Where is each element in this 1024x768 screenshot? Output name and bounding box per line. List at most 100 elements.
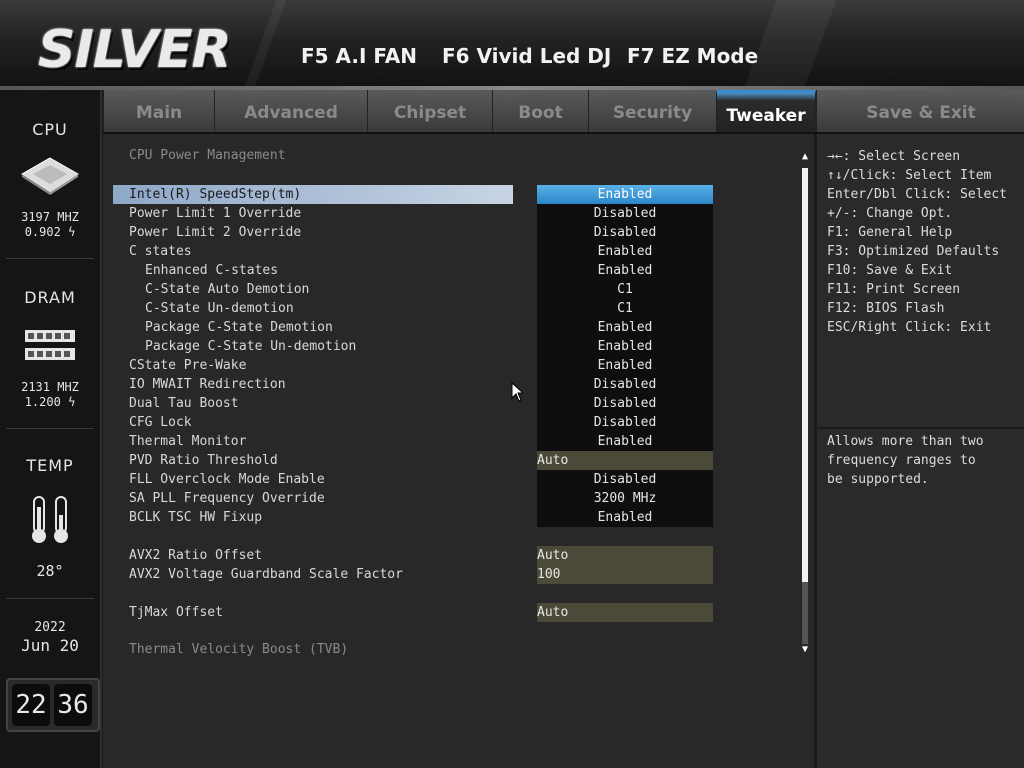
- cpu-title: CPU: [32, 120, 68, 139]
- setting-row[interactable]: PVD Ratio Threshold Auto: [113, 451, 713, 470]
- tab-security[interactable]: Security: [588, 90, 717, 132]
- setting-row[interactable]: BCLK TSC HW Fixup Enabled: [113, 508, 713, 527]
- setting-value[interactable]: Enabled: [537, 261, 713, 280]
- setting-row[interactable]: Package C-State Demotion Enabled: [113, 318, 713, 337]
- temp-title: TEMP: [26, 456, 74, 475]
- tab-chipset[interactable]: Chipset: [367, 90, 493, 132]
- setting-value[interactable]: Enabled: [537, 185, 713, 204]
- setting-value[interactable]: 3200 MHz: [537, 489, 713, 508]
- help-key-line: Enter/Dbl Click: Select: [827, 187, 1008, 202]
- setting-label: AVX2 Voltage Guardband Scale Factor: [129, 567, 403, 582]
- dram-title: DRAM: [24, 288, 76, 307]
- cpu-frequency: 3197 MHZ: [21, 210, 79, 224]
- dram-module-icon: [25, 330, 75, 360]
- tab-main[interactable]: Main: [103, 90, 215, 132]
- setting-value[interactable]: Disabled: [537, 375, 713, 394]
- setting-input[interactable]: Auto: [537, 546, 713, 565]
- clock-minute: 36: [54, 684, 92, 726]
- ez-mode-hotkey[interactable]: F7 EZ Mode: [627, 44, 758, 68]
- clock-hour: 22: [12, 684, 50, 726]
- setting-row[interactable]: Thermal Monitor Enabled: [113, 432, 713, 451]
- setting-value[interactable]: Enabled: [537, 508, 713, 527]
- tab-tweaker[interactable]: Tweaker: [716, 90, 816, 132]
- help-panel: →←: Select Screen ↑↓/Click: Select Item …: [815, 134, 1024, 768]
- help-key-line: ↑↓/Click: Select Item: [827, 168, 992, 183]
- setting-value[interactable]: C1: [537, 299, 713, 318]
- cpu-voltage: 0.902 ϟ: [24, 225, 76, 239]
- setting-row[interactable]: Package C-State Un-demotion Enabled: [113, 337, 713, 356]
- ai-fan-hotkey[interactable]: F5 A.I FAN: [301, 44, 417, 68]
- scrollbar[interactable]: ▲ ▼: [800, 152, 810, 655]
- setting-row[interactable]: Enhanced C-states Enabled: [113, 261, 713, 280]
- setting-label: Intel(R) SpeedStep(tm): [129, 187, 302, 202]
- setting-input[interactable]: Auto: [537, 603, 713, 622]
- scrollbar-track[interactable]: [802, 168, 808, 644]
- clock: 22 36: [6, 678, 100, 732]
- divider: [6, 598, 94, 599]
- cpu-temperature: 28°: [36, 562, 64, 580]
- setting-row[interactable]: Intel(R) SpeedStep(tm) Enabled: [113, 185, 713, 204]
- setting-input[interactable]: Auto: [537, 451, 713, 470]
- setting-row[interactable]: AVX2 Voltage Guardband Scale Factor 100: [113, 565, 713, 584]
- setting-row[interactable]: CFG Lock Disabled: [113, 413, 713, 432]
- vivid-led-dj-hotkey[interactable]: F6 Vivid Led DJ: [442, 44, 611, 68]
- help-key-line: F12: BIOS Flash: [827, 301, 945, 316]
- setting-row[interactable]: Power Limit 1 Override Disabled: [113, 204, 713, 223]
- setting-label: C states: [129, 244, 192, 259]
- top-header: SILVER F5 A.I FAN F6 Vivid Led DJ F7 EZ …: [0, 0, 1024, 90]
- brand-logo: SILVER: [38, 20, 232, 80]
- setting-label: Package C-State Demotion: [145, 320, 333, 335]
- scroll-up-icon[interactable]: ▲: [800, 152, 810, 162]
- setting-input[interactable]: 100: [537, 565, 713, 584]
- tab-save-exit[interactable]: Save & Exit: [816, 90, 1024, 132]
- thermometer-icon: [32, 496, 68, 543]
- setting-row[interactable]: FLL Overclock Mode Enable Disabled: [113, 470, 713, 489]
- setting-label: TjMax Offset: [129, 605, 223, 620]
- setting-row[interactable]: CState Pre-Wake Enabled: [113, 356, 713, 375]
- setting-row[interactable]: Dual Tau Boost Disabled: [113, 394, 713, 413]
- settings-panel: CPU Power Management Intel(R) SpeedStep(…: [103, 134, 814, 768]
- tab-advanced[interactable]: Advanced: [214, 90, 368, 132]
- help-key-line: F3: Optimized Defaults: [827, 244, 1000, 259]
- setting-row[interactable]: AVX2 Ratio Offset Auto: [113, 546, 713, 565]
- setting-value[interactable]: Enabled: [537, 432, 713, 451]
- setting-value[interactable]: Disabled: [537, 394, 713, 413]
- tab-boot[interactable]: Boot: [492, 90, 589, 132]
- setting-value[interactable]: Enabled: [537, 242, 713, 261]
- setting-value[interactable]: Disabled: [537, 413, 713, 432]
- scrollbar-thumb[interactable]: [802, 168, 808, 582]
- setting-value[interactable]: Disabled: [537, 204, 713, 223]
- setting-row[interactable]: C-State Un-demotion C1: [113, 299, 713, 318]
- setting-row[interactable]: Power Limit 2 Override Disabled: [113, 223, 713, 242]
- help-description-line: frequency ranges to: [827, 453, 976, 468]
- scroll-down-icon[interactable]: ▼: [800, 645, 810, 655]
- setting-row[interactable]: IO MWAIT Redirection Disabled: [113, 375, 713, 394]
- setting-value[interactable]: Enabled: [537, 337, 713, 356]
- cpu-chip-icon: [21, 157, 79, 195]
- setting-value[interactable]: Disabled: [537, 470, 713, 489]
- setting-row[interactable]: TjMax Offset Auto: [113, 603, 713, 622]
- setting-value[interactable]: C1: [537, 280, 713, 299]
- setting-row[interactable]: SA PLL Frequency Override 3200 MHz: [113, 489, 713, 508]
- help-key-line: +/-: Change Opt.: [827, 206, 953, 221]
- setting-label: Power Limit 1 Override: [129, 206, 302, 221]
- date-month-day: Jun 20: [21, 636, 79, 655]
- setting-label: BCLK TSC HW Fixup: [129, 510, 263, 525]
- tvb-submenu-link[interactable]: Thermal Velocity Boost (TVB): [129, 642, 348, 657]
- help-key-line: →←: Select Screen: [827, 149, 961, 164]
- divider: [6, 258, 94, 259]
- setting-value[interactable]: Disabled: [537, 223, 713, 242]
- voltage-bolt-icon: ϟ: [68, 395, 76, 409]
- setting-value[interactable]: Enabled: [537, 318, 713, 337]
- help-key-line: ESC/Right Click: Exit: [827, 320, 992, 335]
- header-decoration: [243, 0, 287, 90]
- setting-row[interactable]: C-State Auto Demotion C1: [113, 280, 713, 299]
- setting-label: Enhanced C-states: [145, 263, 279, 278]
- setting-row[interactable]: C states Enabled: [113, 242, 713, 261]
- setting-value[interactable]: Enabled: [537, 356, 713, 375]
- help-description-line: be supported.: [827, 472, 929, 487]
- setting-label: C-State Auto Demotion: [145, 282, 310, 297]
- divider: [817, 427, 1024, 429]
- setting-label: Package C-State Un-demotion: [145, 339, 357, 354]
- date-year: 2022: [34, 620, 66, 635]
